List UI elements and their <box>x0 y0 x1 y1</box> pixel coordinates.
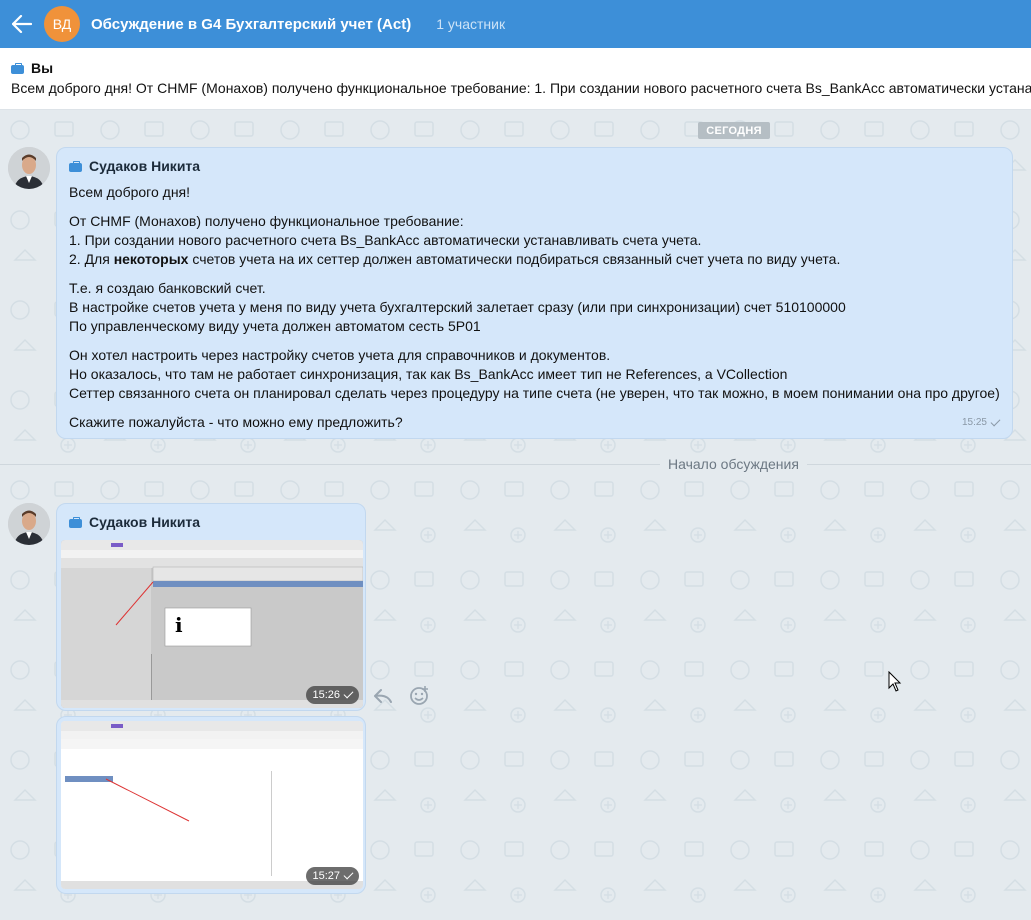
message-line: Сеттер связанного счета он планировал сд… <box>69 385 1000 401</box>
pinned-text: Всем доброго дня! От CHMF (Монахов) полу… <box>11 80 1031 96</box>
screenshot-content: i <box>61 540 363 708</box>
message-line: Скажите пожалуйста - что можно ему предл… <box>69 414 403 430</box>
time-text: 15:25 <box>961 417 987 428</box>
svg-text:i: i <box>175 613 183 637</box>
message-line: 2. Для <box>69 251 114 267</box>
message-line: От CHMF (Монахов) получено функционально… <box>69 213 464 229</box>
screenshot-image[interactable]: 15:27 <box>61 721 363 889</box>
check-icon <box>990 416 1001 426</box>
author-name: Судаков Никита <box>89 158 201 174</box>
back-arrow-icon <box>12 15 32 33</box>
message-line: Он хотел настроить через настройку счето… <box>69 347 611 363</box>
message-author[interactable]: Судаков Никита <box>69 158 1000 174</box>
message-author[interactable]: Судаков Никита <box>61 508 361 534</box>
message-paragraph: От CHMF (Монахов) получено функционально… <box>69 212 1000 269</box>
pinned-message[interactable]: Вы Всем доброго дня! От CHMF (Монахов) п… <box>0 48 1031 110</box>
discussion-start-label: Начало обсуждения <box>660 456 807 472</box>
message-body: Всем доброго дня! От CHMF (Монахов) полу… <box>69 183 1000 432</box>
message-line: В настройке счетов учета у меня по виду … <box>69 299 846 315</box>
time-text: 15:27 <box>312 870 340 882</box>
avatar[interactable] <box>8 147 50 189</box>
message-time: 15:25 <box>961 416 1001 428</box>
reply-button[interactable] <box>372 685 394 707</box>
message-bubble[interactable]: Судаков Никита Всем доброго дня! От CHMF… <box>56 147 1013 439</box>
pinned-author: Вы <box>11 60 1031 76</box>
emoji-icon <box>410 686 428 705</box>
screenshot-image[interactable]: i 15:26 <box>61 540 363 708</box>
image-message[interactable]: 15:27 <box>56 716 366 894</box>
briefcase-icon <box>11 62 24 74</box>
time-text: 15:26 <box>312 689 340 701</box>
discussion-divider <box>0 464 1031 465</box>
emoji-button[interactable] <box>408 685 430 707</box>
screenshot-content <box>61 721 363 889</box>
message-line: Но оказалось, что там не работает синхро… <box>69 366 788 382</box>
message-paragraph: Он хотел настроить через настройку счето… <box>69 346 1000 403</box>
chat-area: СЕГОДНЯ Судаков Никита Всем доброго дня!… <box>0 110 1031 920</box>
date-badge: СЕГОДНЯ <box>698 122 770 139</box>
pinned-author-name: Вы <box>31 60 54 76</box>
user-photo <box>8 147 50 189</box>
briefcase-icon <box>69 160 82 172</box>
chat-header: ВД Обсуждение в G4 Бухгалтерский учет (A… <box>0 0 1031 48</box>
mouse-cursor-icon <box>888 671 902 692</box>
author-name: Судаков Никита <box>89 514 201 530</box>
image-time: 15:26 <box>306 686 359 704</box>
avatar[interactable] <box>8 503 50 545</box>
message-paragraph: Т.е. я создаю банковский счет. В настрой… <box>69 279 1000 336</box>
check-icon <box>343 869 354 880</box>
chat-avatar[interactable]: ВД <box>44 6 80 42</box>
back-button[interactable] <box>0 0 44 48</box>
message-line: счетов учета на их сеттер должен автомат… <box>188 251 841 267</box>
check-icon <box>343 688 354 699</box>
image-time: 15:27 <box>306 867 359 885</box>
message-line: 1. При создании нового расчетного счета … <box>69 232 702 248</box>
chat-title[interactable]: Обсуждение в G4 Бухгалтерский учет (Act) <box>91 16 411 33</box>
participants-count[interactable]: 1 участник <box>436 16 505 32</box>
message-bold: некоторых <box>113 251 189 267</box>
image-message[interactable]: Судаков Никита i 15:26 <box>56 503 366 711</box>
message-line: По управленческому виду учета должен авт… <box>69 318 481 334</box>
reply-icon <box>374 689 392 703</box>
message-line: Т.е. я создаю банковский счет. <box>69 280 266 296</box>
briefcase-icon <box>69 516 82 528</box>
message-line: Всем доброго дня! <box>69 184 191 200</box>
user-photo <box>8 503 50 545</box>
